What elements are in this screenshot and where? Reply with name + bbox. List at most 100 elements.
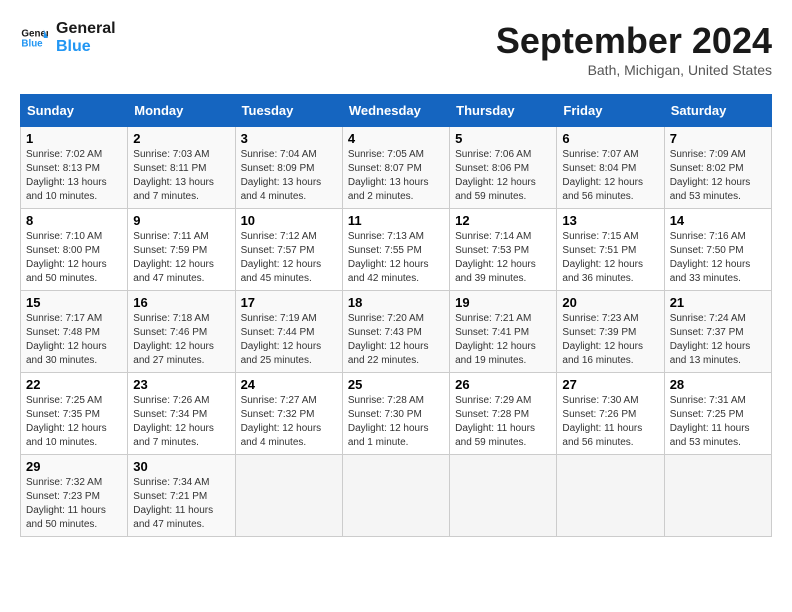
calendar-cell: 30 Sunrise: 7:34 AMSunset: 7:21 PMDayligh… <box>128 455 235 537</box>
day-number: 30 <box>133 459 229 474</box>
header-wednesday: Wednesday <box>342 95 449 127</box>
day-number: 6 <box>562 131 658 146</box>
day-number: 27 <box>562 377 658 392</box>
calendar-table: SundayMondayTuesdayWednesdayThursdayFrid… <box>20 94 772 537</box>
day-number: 1 <box>26 131 122 146</box>
day-number: 14 <box>670 213 766 228</box>
day-number: 18 <box>348 295 444 310</box>
calendar-cell <box>557 455 664 537</box>
calendar-cell: 25 Sunrise: 7:28 AMSunset: 7:30 PMDayligh… <box>342 373 449 455</box>
day-info: Sunrise: 7:15 AMSunset: 7:51 PMDaylight:… <box>562 230 658 286</box>
day-info: Sunrise: 7:09 AMSunset: 8:02 PMDaylight:… <box>670 148 766 204</box>
header-sunday: Sunday <box>21 95 128 127</box>
day-number: 2 <box>133 131 229 146</box>
day-info: Sunrise: 7:11 AMSunset: 7:59 PMDaylight:… <box>133 230 229 286</box>
day-info: Sunrise: 7:05 AMSunset: 8:07 PMDaylight:… <box>348 148 444 204</box>
calendar-cell: 16 Sunrise: 7:18 AMSunset: 7:46 PMDayligh… <box>128 291 235 373</box>
calendar-header: SundayMondayTuesdayWednesdayThursdayFrid… <box>21 95 772 127</box>
day-info: Sunrise: 7:32 AMSunset: 7:23 PMDaylight:… <box>26 476 122 532</box>
calendar-cell: 26 Sunrise: 7:29 AMSunset: 7:28 PMDayligh… <box>450 373 557 455</box>
header-friday: Friday <box>557 95 664 127</box>
calendar-cell <box>664 455 771 537</box>
calendar-cell: 15 Sunrise: 7:17 AMSunset: 7:48 PMDayligh… <box>21 291 128 373</box>
logo-icon: General Blue <box>20 24 48 52</box>
day-number: 29 <box>26 459 122 474</box>
day-number: 3 <box>241 131 337 146</box>
calendar-cell: 1Sunrise: 7:02 AMSunset: 8:13 PMDaylight… <box>21 127 128 209</box>
title-section: September 2024 Bath, Michigan, United St… <box>496 20 772 78</box>
svg-text:Blue: Blue <box>21 38 43 49</box>
day-number: 17 <box>241 295 337 310</box>
calendar-cell: 8Sunrise: 7:10 AMSunset: 8:00 PMDaylight… <box>21 209 128 291</box>
day-number: 7 <box>670 131 766 146</box>
day-number: 13 <box>562 213 658 228</box>
day-number: 16 <box>133 295 229 310</box>
calendar-cell: 22 Sunrise: 7:25 AMSunset: 7:35 PMDayligh… <box>21 373 128 455</box>
day-info: Sunrise: 7:03 AMSunset: 8:11 PMDaylight:… <box>133 148 229 204</box>
day-number: 10 <box>241 213 337 228</box>
calendar-cell: 17 Sunrise: 7:19 AMSunset: 7:44 PMDayligh… <box>235 291 342 373</box>
day-info: Sunrise: 7:29 AMSunset: 7:28 PMDaylight:… <box>455 394 551 450</box>
day-number: 25 <box>348 377 444 392</box>
day-info: Sunrise: 7:24 AMSunset: 7:37 PMDaylight:… <box>670 312 766 368</box>
day-info: Sunrise: 7:26 AMSunset: 7:34 PMDaylight:… <box>133 394 229 450</box>
calendar-cell: 2 Sunrise: 7:03 AMSunset: 8:11 PMDaylight… <box>128 127 235 209</box>
calendar-cell: 10 Sunrise: 7:12 AMSunset: 7:57 PMDayligh… <box>235 209 342 291</box>
day-info: Sunrise: 7:28 AMSunset: 7:30 PMDaylight:… <box>348 394 444 450</box>
calendar-cell: 7 Sunrise: 7:09 AMSunset: 8:02 PMDaylight… <box>664 127 771 209</box>
day-info: Sunrise: 7:20 AMSunset: 7:43 PMDaylight:… <box>348 312 444 368</box>
calendar-cell: 9 Sunrise: 7:11 AMSunset: 7:59 PMDaylight… <box>128 209 235 291</box>
day-number: 19 <box>455 295 551 310</box>
day-info: Sunrise: 7:19 AMSunset: 7:44 PMDaylight:… <box>241 312 337 368</box>
calendar-cell: 11 Sunrise: 7:13 AMSunset: 7:55 PMDayligh… <box>342 209 449 291</box>
day-number: 4 <box>348 131 444 146</box>
day-info: Sunrise: 7:25 AMSunset: 7:35 PMDaylight:… <box>26 394 122 450</box>
day-number: 12 <box>455 213 551 228</box>
day-info: Sunrise: 7:17 AMSunset: 7:48 PMDaylight:… <box>26 312 122 368</box>
calendar-cell: 14 Sunrise: 7:16 AMSunset: 7:50 PMDayligh… <box>664 209 771 291</box>
day-info: Sunrise: 7:14 AMSunset: 7:53 PMDaylight:… <box>455 230 551 286</box>
day-info: Sunrise: 7:06 AMSunset: 8:06 PMDaylight:… <box>455 148 551 204</box>
header-thursday: Thursday <box>450 95 557 127</box>
day-info: Sunrise: 7:12 AMSunset: 7:57 PMDaylight:… <box>241 230 337 286</box>
logo: General Blue General Blue <box>20 20 116 55</box>
calendar-cell: 4 Sunrise: 7:05 AMSunset: 8:07 PMDaylight… <box>342 127 449 209</box>
header-monday: Monday <box>128 95 235 127</box>
day-number: 22 <box>26 377 122 392</box>
day-number: 9 <box>133 213 229 228</box>
day-info: Sunrise: 7:07 AMSunset: 8:04 PMDaylight:… <box>562 148 658 204</box>
day-info: Sunrise: 7:27 AMSunset: 7:32 PMDaylight:… <box>241 394 337 450</box>
day-number: 28 <box>670 377 766 392</box>
day-info: Sunrise: 7:34 AMSunset: 7:21 PMDaylight:… <box>133 476 229 532</box>
calendar-cell: 6 Sunrise: 7:07 AMSunset: 8:04 PMDaylight… <box>557 127 664 209</box>
day-number: 21 <box>670 295 766 310</box>
day-number: 15 <box>26 295 122 310</box>
calendar-cell: 12 Sunrise: 7:14 AMSunset: 7:53 PMDayligh… <box>450 209 557 291</box>
calendar-cell: 19 Sunrise: 7:21 AMSunset: 7:41 PMDayligh… <box>450 291 557 373</box>
calendar-cell <box>235 455 342 537</box>
calendar-cell: 20Sunrise: 7:23 AMSunset: 7:39 PMDayligh… <box>557 291 664 373</box>
day-info: Sunrise: 7:18 AMSunset: 7:46 PMDaylight:… <box>133 312 229 368</box>
calendar-cell: 28 Sunrise: 7:31 AMSunset: 7:25 PMDayligh… <box>664 373 771 455</box>
day-number: 24 <box>241 377 337 392</box>
calendar-cell <box>450 455 557 537</box>
day-number: 20 <box>562 295 658 310</box>
calendar-cell: 27Sunrise: 7:30 AMSunset: 7:26 PMDayligh… <box>557 373 664 455</box>
logo-line1: General <box>56 20 116 38</box>
calendar-cell <box>342 455 449 537</box>
day-number: 5 <box>455 131 551 146</box>
day-info: Sunrise: 7:31 AMSunset: 7:25 PMDaylight:… <box>670 394 766 450</box>
day-info: Sunrise: 7:10 AMSunset: 8:00 PMDaylight:… <box>26 230 122 286</box>
calendar-cell: 5 Sunrise: 7:06 AMSunset: 8:06 PMDaylight… <box>450 127 557 209</box>
day-number: 26 <box>455 377 551 392</box>
day-number: 11 <box>348 213 444 228</box>
day-info: Sunrise: 7:13 AMSunset: 7:55 PMDaylight:… <box>348 230 444 286</box>
header-tuesday: Tuesday <box>235 95 342 127</box>
logo-line2: Blue <box>56 38 116 56</box>
calendar-cell: 24 Sunrise: 7:27 AMSunset: 7:32 PMDayligh… <box>235 373 342 455</box>
day-info: Sunrise: 7:16 AMSunset: 7:50 PMDaylight:… <box>670 230 766 286</box>
calendar-cell: 3Sunrise: 7:04 AMSunset: 8:09 PMDaylight… <box>235 127 342 209</box>
day-info: Sunrise: 7:21 AMSunset: 7:41 PMDaylight:… <box>455 312 551 368</box>
day-number: 23 <box>133 377 229 392</box>
calendar-cell: 23 Sunrise: 7:26 AMSunset: 7:34 PMDayligh… <box>128 373 235 455</box>
